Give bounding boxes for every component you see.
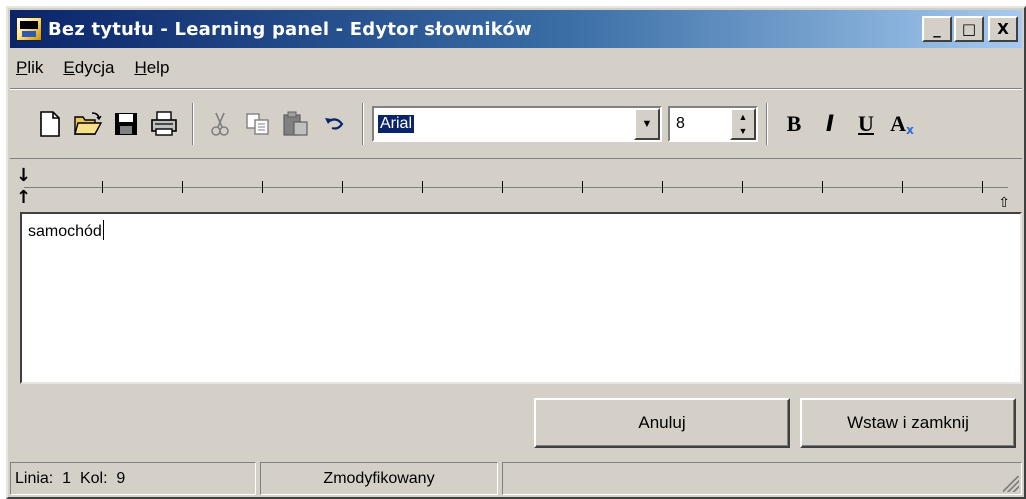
menu-edycja[interactable]: Edycja [63,58,114,78]
maximize-icon: □ [961,19,977,38]
spin-down-icon[interactable]: ▼ [739,126,748,136]
font-name-value: Arial [378,115,415,133]
status-line-value: 1 [62,469,72,487]
font-color-icon: A [890,111,907,136]
font-size-spinner[interactable]: 8 ▲ ▼ [668,106,758,142]
spin-up-icon[interactable]: ▲ [739,112,748,122]
maximize-button[interactable]: □ [954,16,984,42]
ruler-tick [422,181,423,193]
minimize-button[interactable]: _ [922,16,952,42]
scissors-icon [211,112,229,136]
font-color-button[interactable]: Ax [884,106,920,142]
open-button[interactable] [70,106,106,142]
bold-icon: B [786,111,802,136]
close-button[interactable]: X [988,16,1018,42]
menu-bar: Plik Edycja Help [10,52,1022,84]
status-extra [502,462,1022,495]
new-button[interactable] [32,106,68,142]
close-icon: X [997,19,1009,38]
open-folder-icon [74,112,103,135]
ruler-tick [982,181,983,193]
ruler-tick [102,181,103,193]
save-button[interactable] [108,106,144,142]
status-modified: Zmodyfikowany [260,462,498,495]
left-indent-marker-icon[interactable]: ↑ [16,189,31,207]
undo-icon [325,118,344,130]
status-bar: Linia: 1 Kol: 9 Zmodyfikowany [10,462,1022,497]
menu-plik-mnemonic: P [16,58,28,77]
ruler-line [24,187,1008,188]
text-caret [102,220,104,240]
underline-icon: U [858,111,874,136]
text-editor[interactable]: samochód [20,212,1022,384]
ruler-tick [742,181,743,193]
paste-button[interactable] [278,106,314,142]
editor-window: Bez tytułu - Learning panel - Edytor sło… [6,6,1026,499]
menu-help-mnemonic: H [134,58,147,77]
status-col-value: 9 [116,469,126,487]
toolbar-separator [362,103,364,145]
bold-button[interactable]: B [776,106,812,142]
copy-button[interactable] [240,106,276,142]
toolbar: Arial ▼ 8 ▲ ▼ B I U Ax [10,92,1022,156]
toolbar-separator [766,103,768,145]
editor-content[interactable]: samochód [28,220,104,241]
right-indent-marker-icon[interactable]: ⇧ [998,195,1010,211]
font-name-select[interactable]: Arial ▼ [372,106,662,142]
italic-icon: I [825,111,835,137]
app-icon[interactable] [16,17,42,41]
ruler-tick [262,181,263,193]
undo-button[interactable] [316,106,352,142]
status-position: Linia: 1 Kol: 9 [10,462,256,495]
minimize-icon: _ [933,19,941,38]
toolbar-divider [10,88,1022,90]
status-col-label: Kol: [79,469,108,487]
font-dropdown-button[interactable]: ▼ [634,108,660,140]
print-button[interactable] [146,106,182,142]
status-state-text: Zmodyfikowany [323,469,435,487]
cancel-button[interactable]: Anuluj [534,398,790,448]
ruler-tick [342,181,343,193]
ruler-tick [582,181,583,193]
menu-edycja-mnemonic: E [63,58,75,77]
menu-help[interactable]: Help [134,58,169,78]
menu-help-label: elp [146,58,170,77]
insert-and-close-button-label: Wstaw i zamknij [847,413,969,432]
paste-clipboard-icon [283,111,308,136]
title-bar[interactable]: Bez tytułu - Learning panel - Edytor sło… [10,10,1022,48]
window-title: Bez tytułu - Learning panel - Edytor sło… [48,18,532,40]
cancel-button-label: Anuluj [638,413,686,432]
new-file-icon [40,111,60,137]
ruler-tick [902,181,903,193]
font-size-spin-buttons[interactable]: ▲ ▼ [730,108,756,140]
window-controls: _ □ X [922,16,1018,42]
save-disk-icon [115,113,137,135]
chevron-down-icon: ▼ [641,118,653,130]
editor-text: samochód [28,223,102,240]
underline-button[interactable]: U [848,106,884,142]
menu-edycja-label: dycja [74,58,115,77]
italic-button[interactable]: I [812,106,848,142]
ruler[interactable]: ↓ ↑ ⇧ [10,158,1022,216]
printer-icon [151,111,177,136]
menu-plik-label: lik [27,58,44,77]
font-color-subscript-icon: x [906,123,914,137]
ruler-tick [502,181,503,193]
menu-plik[interactable]: Plik [16,58,43,78]
ruler-tick [182,181,183,193]
resize-grip-icon[interactable] [1003,476,1019,492]
toolbar-separator [192,103,194,145]
cut-button[interactable] [202,106,238,142]
ruler-tick [662,181,663,193]
status-line-label: Linia: [15,469,54,487]
font-size-value: 8 [676,115,685,132]
copy-icon [246,113,269,135]
first-indent-marker-icon[interactable]: ↓ [16,167,31,185]
ruler-tick [822,181,823,193]
insert-and-close-button[interactable]: Wstaw i zamknij [800,398,1016,448]
